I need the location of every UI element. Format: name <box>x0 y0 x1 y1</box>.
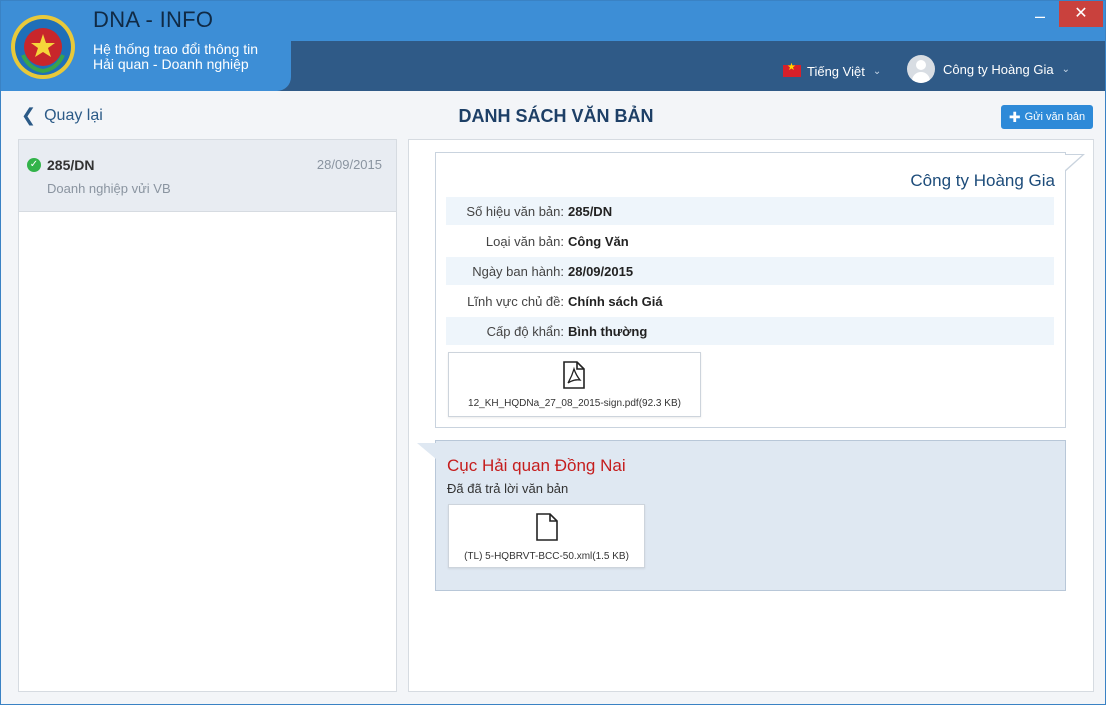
document-number: 285/DN <box>47 157 95 173</box>
close-button[interactable]: ✕ <box>1059 1 1103 27</box>
field-label: Ngày ban hành: <box>472 263 564 279</box>
file-icon <box>536 513 558 541</box>
field-value: Chính sách Giá <box>568 293 663 309</box>
xml-attachment-name: (TL) 5-HQBRVT-BCC-50.xml(1.5 KB) <box>464 551 629 562</box>
field-row: Cấp độ khẩn: Bình thường <box>446 317 1054 345</box>
user-menu[interactable]: Công ty Hoàng Gia ⌄ <box>907 53 1070 85</box>
field-label: Số hiệu văn bản: <box>466 203 564 219</box>
check-circle-icon: ✓ <box>27 158 41 172</box>
customs-logo-icon <box>11 15 75 79</box>
chevron-down-icon: ⌄ <box>1061 63 1070 75</box>
field-label: Lĩnh vực chủ đề: <box>467 293 564 309</box>
app-window: DNA - INFO Hệ thống trao đổi thông tin H… <box>0 0 1106 705</box>
reply-text: Đã đã trả lời văn bản <box>447 481 569 496</box>
send-document-label: Gửi văn bản <box>1024 111 1086 123</box>
title-bar: DNA - INFO Hệ thống trao đổi thông tin H… <box>1 1 1105 91</box>
field-row: Số hiệu văn bản: 285/DN <box>446 197 1054 225</box>
reply-notch <box>417 443 436 459</box>
field-label: Cấp độ khẩn: <box>486 323 564 339</box>
document-sender: Công ty Hoàng Gia <box>910 171 1055 190</box>
page-title: DANH SÁCH VĂN BẢN <box>458 106 654 126</box>
user-name: Công ty Hoàng Gia <box>943 61 1054 77</box>
field-value: Công Văn <box>568 233 629 249</box>
minimize-button[interactable]: – <box>1023 5 1057 29</box>
message-notch <box>1064 155 1082 171</box>
pdf-attachment-name: 12_KH_HQDNa_27_08_2015-sign.pdf(92.3 KB) <box>468 398 681 409</box>
back-button[interactable]: ❮ Quay lại <box>21 105 103 126</box>
chevron-down-icon: ⌄ <box>872 65 882 77</box>
brand-panel: DNA - INFO Hệ thống trao đổi thông tin H… <box>1 1 291 91</box>
list-item[interactable]: ✓ 285/DN 28/09/2015 Doanh nghiệp vửi VB <box>19 140 396 212</box>
field-label: Loại văn bản: <box>485 233 564 249</box>
document-description: Doanh nghiệp vửi VB <box>47 181 171 196</box>
field-value: 28/09/2015 <box>568 263 634 279</box>
field-row: Loại văn bản: Công Văn <box>446 227 1054 255</box>
pdf-attachment[interactable]: 12_KH_HQDNa_27_08_2015-sign.pdf(92.3 KB) <box>448 352 701 417</box>
chevron-left-icon: ❮ <box>21 105 37 125</box>
pdf-file-icon <box>563 361 585 389</box>
back-label: Quay lại <box>44 106 103 124</box>
field-row: Lĩnh vực chủ đề: Chính sách Giá <box>446 287 1054 315</box>
send-document-button[interactable]: ✚ Gửi văn bản <box>1001 105 1093 129</box>
app-subtitle-line1: Hệ thống trao đổi thông tin <box>93 41 259 57</box>
avatar <box>907 55 935 83</box>
plus-icon: ✚ <box>1008 108 1021 125</box>
field-value: 285/DN <box>568 203 613 219</box>
vietnam-flag-icon <box>783 62 801 77</box>
reply-sender: Cục Hải quan Đồng Nai <box>447 456 626 475</box>
app-subtitle-line2: Hải quan - Doanh nghiệp <box>93 56 249 72</box>
field-value: Bình thường <box>568 323 648 339</box>
field-row: Ngày ban hành: 28/09/2015 <box>446 257 1054 285</box>
document-date: 28/09/2015 <box>316 157 382 172</box>
language-selector[interactable]: Tiếng Việt ⌄ <box>783 61 881 81</box>
xml-attachment[interactable]: (TL) 5-HQBRVT-BCC-50.xml(1.5 KB) <box>448 504 645 568</box>
language-label: Tiếng Việt <box>807 63 865 79</box>
app-title: DNA - INFO <box>93 7 214 32</box>
document-list: ✓ 285/DN 28/09/2015 Doanh nghiệp vửi VB <box>18 139 397 692</box>
